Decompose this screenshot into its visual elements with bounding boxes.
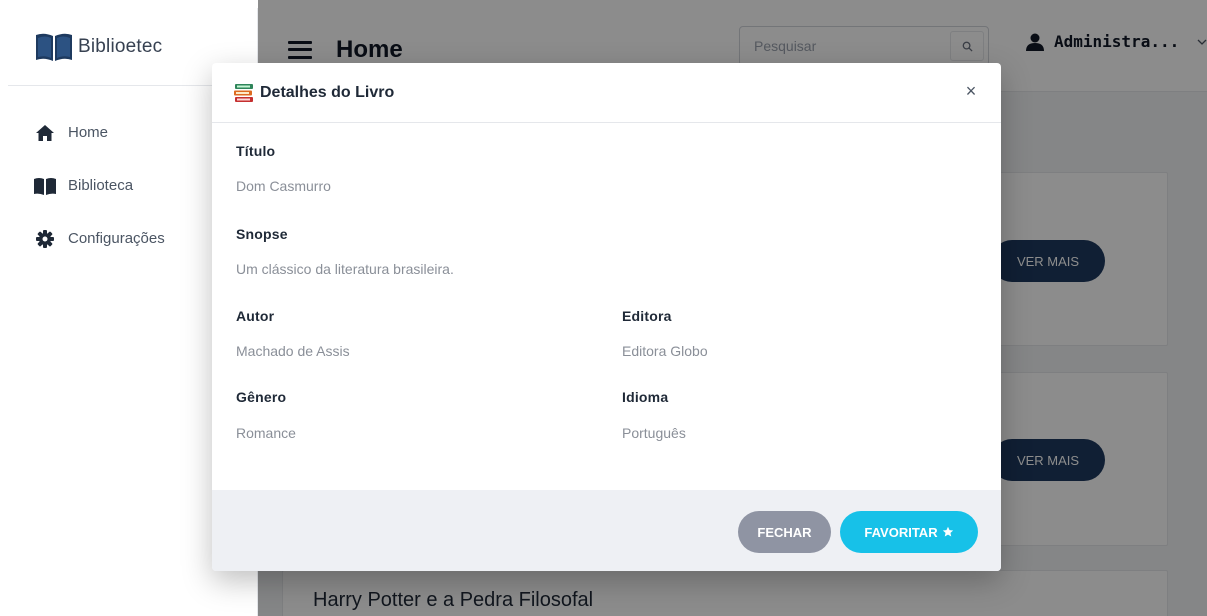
close-icon[interactable]: × bbox=[961, 81, 981, 101]
idioma-value: Português bbox=[622, 425, 686, 441]
book-details-modal: Detalhes do Livro × Título Dom Casmurro … bbox=[212, 63, 1001, 571]
field-label: Gênero bbox=[236, 389, 287, 405]
field-label: Título bbox=[236, 143, 276, 159]
sidebar-item-label: Home bbox=[68, 124, 109, 141]
sinopse-value: Um clássico da literatura brasileira. bbox=[236, 261, 454, 277]
book-open-icon bbox=[34, 176, 56, 196]
field-label: Idioma bbox=[622, 389, 669, 405]
sidebar-item-label: Biblioteca bbox=[68, 177, 134, 194]
genero-value: Romance bbox=[236, 425, 296, 441]
brand-name: Biblioetec bbox=[78, 35, 163, 57]
fechar-button[interactable]: FECHAR bbox=[738, 511, 831, 553]
books-icon bbox=[234, 83, 253, 102]
field-label: Autor bbox=[236, 308, 275, 324]
modal-title: Detalhes do Livro bbox=[260, 83, 395, 101]
star-icon bbox=[942, 526, 953, 537]
modal-footer: FECHAR FAVORITAR bbox=[212, 490, 1001, 571]
field-label: Editora bbox=[622, 308, 672, 324]
home-icon bbox=[34, 123, 56, 143]
titulo-value: Dom Casmurro bbox=[236, 178, 331, 194]
modal-body: Título Dom Casmurro Snopse Um clássico d… bbox=[212, 123, 1001, 489]
book-logo-icon bbox=[36, 33, 72, 61]
field-label: Snopse bbox=[236, 226, 288, 242]
editora-value: Editora Globo bbox=[622, 343, 708, 359]
favoritar-label: FAVORITAR bbox=[864, 524, 938, 540]
favoritar-button[interactable]: FAVORITAR bbox=[840, 511, 978, 553]
titulo-field: Título bbox=[236, 143, 275, 159]
modal-header: Detalhes do Livro × bbox=[212, 63, 1001, 123]
gear-icon bbox=[34, 229, 56, 249]
autor-value: Machado de Assis bbox=[236, 343, 350, 359]
sidebar-item-label: Configurações bbox=[68, 230, 165, 247]
